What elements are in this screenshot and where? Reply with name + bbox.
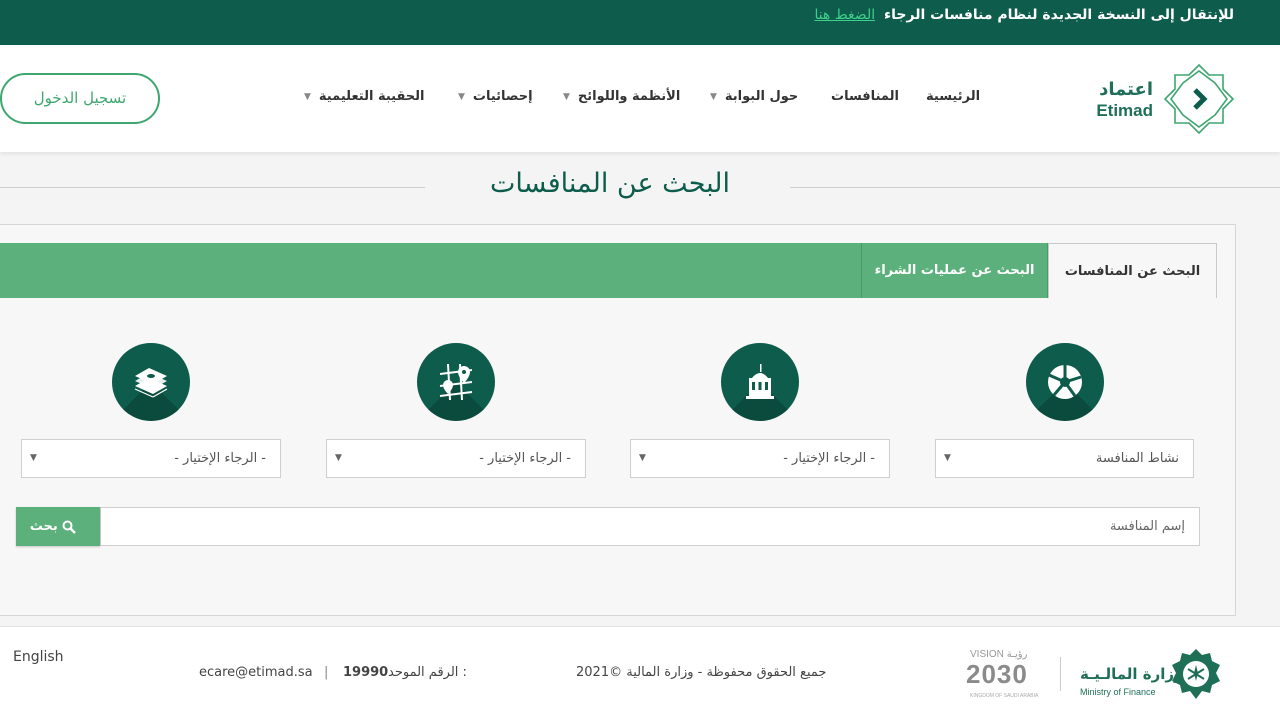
vision-2030-logo: VISION رؤيـة 2030 KINGDOM OF SAUDI ARABI…	[966, 649, 1048, 701]
pie-chart-icon	[1048, 365, 1082, 399]
nav-regulations[interactable]: ▼ الأنظمة واللوائح	[563, 89, 680, 109]
activity-select-value: نشاط المنافسة	[1095, 451, 1179, 466]
competition-name-input[interactable]	[100, 507, 1200, 546]
search-icon	[62, 520, 77, 534]
nav-statistics-label: إحصائيات	[472, 89, 533, 104]
mof-emblem-icon	[1172, 649, 1220, 699]
logo-text-ar: اعتماد	[1099, 79, 1153, 100]
budget-category-icon	[112, 343, 190, 421]
footer-unified-number-label: الرقم الموحد :	[388, 665, 467, 680]
nav-regulations-label: الأنظمة واللوائح	[577, 89, 681, 104]
entity-select[interactable]: - الرجاء الإختيار - ▼	[630, 439, 890, 478]
budget-select[interactable]: - الرجاء الإختيار - ▼	[21, 439, 281, 478]
nav-competitions[interactable]: المنافسات	[831, 89, 899, 109]
logo-text-en: Etimad	[1096, 101, 1153, 120]
nav-statistics[interactable]: ▼ إحصائيات	[458, 89, 533, 109]
entity-category-icon	[721, 343, 799, 421]
top-banner: للإنتقال إلى النسخة الجديدة لنظام منافسا…	[0, 0, 1280, 45]
region-select[interactable]: - الرجاء الإختيار - ▼	[326, 439, 586, 478]
site-header: اعتماد Etimad الرئيسية المنافسات ▼ حول ال…	[0, 45, 1280, 152]
language-switch-english[interactable]: English	[13, 649, 64, 665]
banner-text: للإنتقال إلى النسخة الجديدة لنظام منافسا…	[883, 7, 1234, 23]
activity-select[interactable]: نشاط المنافسة ▼	[935, 439, 1194, 478]
login-button[interactable]: تسجيل الدخول	[0, 73, 160, 124]
region-category-icon	[417, 343, 495, 421]
site-footer: English ecare@etimad.sa | 19990 الرقم ال…	[0, 626, 1280, 720]
nav-learning-label: الحقيبة التعليمية	[318, 89, 425, 104]
budget-select-value: - الرجاء الإختيار -	[174, 451, 266, 466]
title-divider-right	[790, 187, 1280, 188]
search-button-label: بحث	[29, 519, 58, 534]
map-pin-icon	[439, 363, 473, 401]
banner-link[interactable]: الضغط هنا	[814, 7, 875, 23]
tab-search-competitions[interactable]: البحث عن المنافسات	[1048, 243, 1217, 298]
entity-select-value: - الرجاء الإختيار -	[783, 451, 875, 466]
chevron-down-icon: ▼	[710, 91, 717, 102]
tab-search-purchases[interactable]: البحث عن عمليات الشراء	[861, 243, 1048, 298]
title-divider-left	[0, 187, 425, 188]
footer-email[interactable]: ecare@etimad.sa	[199, 665, 313, 680]
chevron-down-icon: ▼	[639, 453, 646, 463]
chevron-down-icon: ▼	[944, 453, 951, 463]
nav-competitions-label: المنافسات	[831, 89, 899, 104]
chevron-down-icon: ▼	[335, 453, 342, 463]
chevron-down-icon: ▼	[563, 91, 570, 102]
footer-separator: |	[324, 665, 329, 680]
logo-emblem-icon	[1163, 63, 1235, 135]
activity-category-icon	[1026, 343, 1104, 421]
vision-number: 2030	[966, 659, 1028, 689]
footer-logo-divider	[1060, 657, 1061, 691]
page-title: البحث عن المنافسات	[490, 168, 730, 199]
footer-copyright: جميع الحقوق محفوظة - وزارة المالية ©2021	[576, 665, 827, 680]
mof-name-en: Ministry of Finance	[1080, 687, 1156, 697]
chevron-down-icon: ▼	[304, 91, 311, 102]
money-stack-icon	[134, 368, 168, 398]
vision-subtitle: KINGDOM OF SAUDI ARABIA	[970, 693, 1039, 699]
building-icon	[746, 364, 774, 399]
nav-learning[interactable]: ▼ الحقيبة التعليمية	[304, 89, 425, 109]
region-select-value: - الرجاء الإختيار -	[479, 451, 571, 466]
chevron-down-icon: ▼	[458, 91, 465, 102]
search-button[interactable]: بحث	[16, 507, 100, 546]
nav-home-label: الرئيسية	[926, 89, 981, 104]
nav-about-label: حول البوابة	[724, 89, 799, 104]
footer-unified-number: 19990	[343, 665, 389, 680]
etimad-logo[interactable]: اعتماد Etimad	[1093, 63, 1238, 135]
chevron-down-icon: ▼	[30, 453, 37, 463]
nav-home[interactable]: الرئيسية	[926, 89, 980, 109]
nav-about[interactable]: ▼ حول البوابة	[710, 89, 798, 109]
mof-name-ar: وزارة المالـيـة	[1080, 665, 1184, 683]
